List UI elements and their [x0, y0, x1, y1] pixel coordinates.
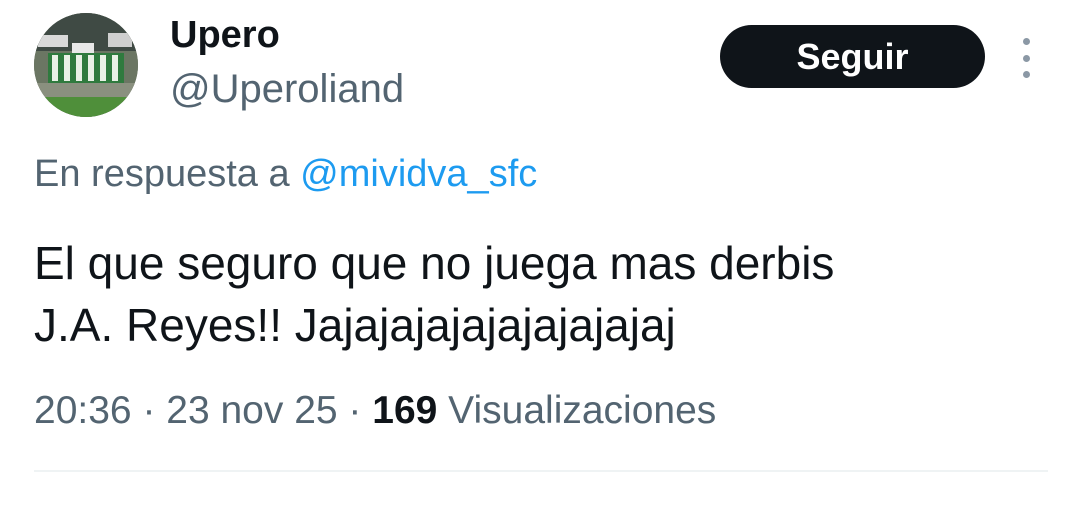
divider: [34, 470, 1048, 472]
user-handle[interactable]: @Uperoliand: [170, 64, 404, 114]
more-icon-dot: [1022, 54, 1030, 62]
avatar-image: [34, 13, 138, 117]
more-icon-dot: [1022, 38, 1030, 45]
views-label: Visualizaciones: [437, 389, 717, 432]
reply-prefix: En respuesta a: [34, 153, 301, 195]
tweet-meta: 20:36 · 23 nov 25 · 169 Visualizaciones: [34, 386, 716, 436]
tweet-text: El que seguro que no juega mas derbis J.…: [34, 232, 1044, 356]
tweet-card: Upero @Uperoliand Seguir En respuesta a …: [0, 0, 1080, 512]
more-icon-dot: [1022, 71, 1030, 78]
views-count: 169: [372, 389, 438, 432]
tweet-text-line: J.A. Reyes!! Jajajajajajajajajajaj: [34, 299, 676, 351]
avatar[interactable]: [34, 13, 138, 117]
reply-mention-link[interactable]: @mividva_sfc: [300, 153, 537, 195]
follow-button[interactable]: Seguir: [720, 25, 985, 88]
display-name[interactable]: Upero: [170, 12, 280, 58]
tweet-time[interactable]: 20:36: [34, 389, 132, 432]
meta-separator: ·: [131, 389, 167, 432]
tweet-date[interactable]: 23 nov 25: [166, 389, 337, 432]
more-vertical-icon[interactable]: [1012, 38, 1040, 78]
meta-separator: ·: [337, 389, 373, 432]
reply-context: En respuesta a @mividva_sfc: [34, 150, 537, 198]
tweet-text-line: El que seguro que no juega mas derbis: [34, 237, 835, 289]
